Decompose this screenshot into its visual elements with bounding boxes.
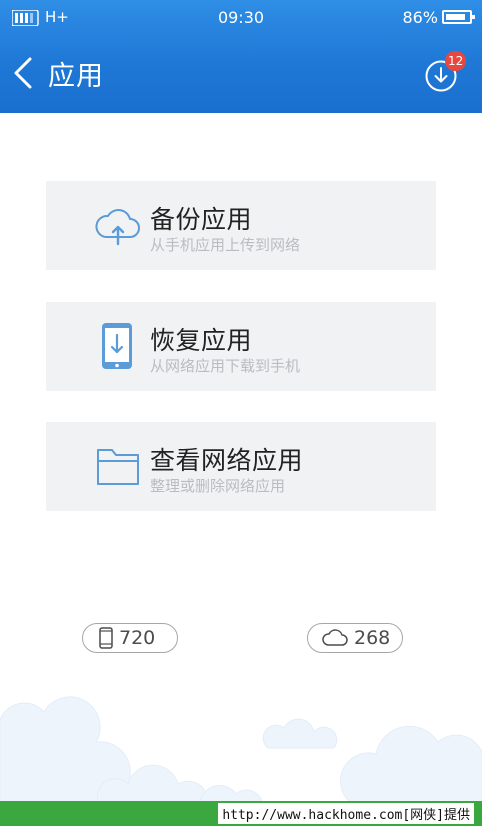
phone-download-icon [102,323,132,369]
cloud-count-value: 268 [354,627,391,649]
phone-app-count[interactable]: 720 [82,623,178,653]
card-title: 查看网络应用 [150,446,304,475]
footer-bar: http://www.hackhome.com[网侠]提供 [0,801,482,826]
card-subtitle: 从网络应用下载到手机 [150,357,301,375]
backup-apps-card[interactable]: 备份应用 从手机应用上传到网络 [46,181,436,270]
action-bar: 应用 12 [0,36,482,113]
card-title: 备份应用 [150,205,253,234]
cloud-upload-icon [95,209,140,246]
restore-apps-card[interactable]: 恢复应用 从网络应用下载到手机 [46,302,436,391]
back-button[interactable]: 应用 [12,48,114,98]
folder-icon [97,449,139,485]
battery-percent: 86% [402,8,438,27]
card-subtitle: 整理或删除网络应用 [150,477,286,495]
battery-level [446,14,465,20]
card-title: 恢复应用 [150,326,253,355]
footer-caption: http://www.hackhome.com[网侠]提供 [218,803,474,824]
cloud-app-count[interactable]: 268 [307,623,403,653]
app-screen: H+ 09:30 86% 应用 12 备份应用 从手机应用上传到网络 恢复应用 … [0,0,482,826]
battery-tip [472,15,475,19]
phone-icon [99,627,113,649]
phone-count-value: 720 [119,627,156,649]
page-title: 应用 [48,60,104,92]
app-header: H+ 09:30 86% 应用 12 [0,0,482,113]
battery-icon [442,10,475,24]
clouds-decoration [0,696,482,802]
card-subtitle: 从手机应用上传到网络 [150,236,301,254]
view-network-apps-card[interactable]: 查看网络应用 整理或删除网络应用 [46,422,436,511]
cloud-icon [322,629,348,646]
chevron-left-icon [14,57,32,89]
download-count-badge: 12 [445,51,467,71]
status-bar: H+ 09:30 86% [0,0,482,36]
